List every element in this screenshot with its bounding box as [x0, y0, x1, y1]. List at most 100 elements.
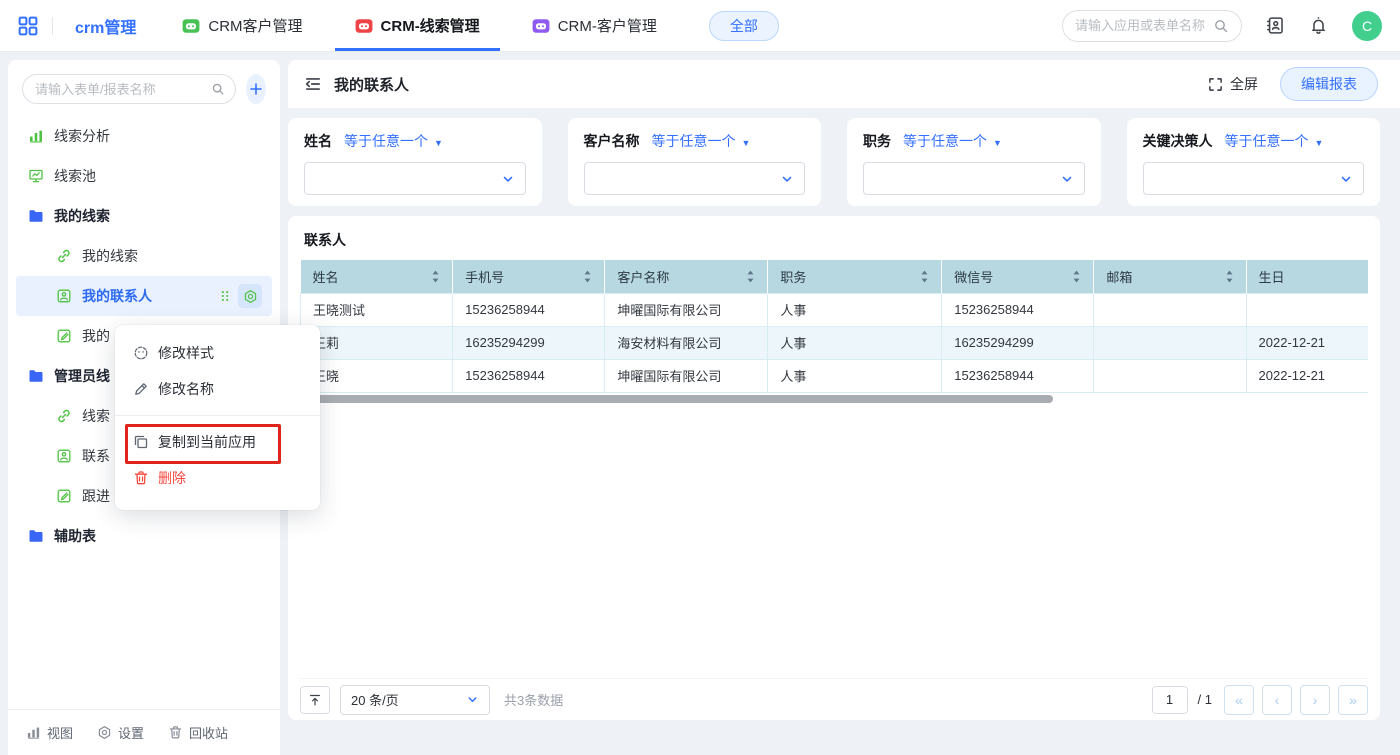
bell-icon[interactable] — [1309, 16, 1328, 35]
face-icon — [133, 345, 149, 361]
sidebar-item-4[interactable]: 我的联系人 — [16, 276, 272, 316]
grid-apps-icon[interactable] — [18, 16, 38, 36]
fold-button[interactable] — [300, 686, 330, 714]
context-menu-item-1[interactable]: 修改名称 — [115, 371, 320, 407]
filter-operator-dropdown[interactable]: 等于任意一个 — [652, 131, 751, 151]
page-number-input[interactable] — [1152, 686, 1188, 714]
table-row[interactable]: 王晓15236258944坤曜国际有限公司人事152362589442022-1… — [301, 359, 1369, 392]
tab-label: CRM客户管理 — [208, 15, 302, 36]
app-tab-0[interactable]: CRM客户管理 — [182, 0, 302, 51]
contact-book-icon[interactable] — [1266, 16, 1285, 35]
sidebar-item-3[interactable]: 我的线索 — [16, 236, 272, 276]
filter-card-1: 客户名称 等于任意一个 — [568, 118, 822, 206]
filter-value-select[interactable] — [1143, 162, 1365, 195]
sidebar-item-0[interactable]: 线索分析 — [16, 116, 272, 156]
filter-operator-dropdown[interactable]: 等于任意一个 — [903, 131, 1002, 151]
caret-down-icon — [434, 133, 443, 149]
gear-icon — [97, 725, 112, 740]
sidebar-footer-item-2[interactable]: 回收站 — [168, 723, 228, 742]
column-label: 邮箱 — [1106, 267, 1132, 286]
home-link[interactable]: crm管理 — [75, 14, 136, 38]
filter-operator-dropdown[interactable]: 等于任意一个 — [344, 131, 443, 151]
column-header-6[interactable]: 生日 — [1246, 260, 1368, 293]
form-pen-icon — [56, 328, 72, 344]
column-header-1[interactable]: 手机号 — [453, 260, 605, 293]
tab-label: CRM-客户管理 — [558, 15, 657, 36]
collapse-sidebar-icon[interactable] — [304, 75, 322, 93]
sidebar-search-row — [8, 60, 280, 112]
global-search-input[interactable] — [1075, 18, 1213, 33]
column-header-2[interactable]: 客户名称 — [605, 260, 768, 293]
sidebar-item-label: 联系 — [82, 446, 110, 466]
filter-label: 职务 — [863, 131, 891, 151]
column-header-4[interactable]: 微信号 — [942, 260, 1094, 293]
topbar: crm管理 CRM客户管理 CRM-线索管理 CRM-客户管理 全部 C — [0, 0, 1400, 52]
sort-icon[interactable] — [1225, 269, 1234, 284]
table-cell: 人事 — [768, 326, 942, 359]
topbar-right: C — [1062, 10, 1382, 42]
sort-icon[interactable] — [583, 269, 592, 284]
board-icon — [28, 168, 44, 184]
column-header-3[interactable]: 职务 — [768, 260, 942, 293]
sort-icon[interactable] — [1072, 269, 1081, 284]
add-form-button[interactable] — [246, 74, 266, 104]
search-icon[interactable] — [211, 82, 225, 96]
sidebar-item-1[interactable]: 线索池 — [16, 156, 272, 196]
sidebar-item-label: 我的线索 — [82, 246, 138, 266]
edit-report-button[interactable]: 编辑报表 — [1280, 67, 1378, 101]
table-title: 联系人 — [304, 230, 1364, 250]
scrollbar-thumb[interactable] — [301, 395, 1053, 403]
total-pages-label: / 1 — [1198, 692, 1212, 707]
filter-value-select[interactable] — [584, 162, 806, 195]
context-menu-item-0[interactable]: 修改样式 — [115, 335, 320, 371]
main-area: 我的联系人 全屏 编辑报表 姓名 等于任意一个 客户名称 等于任意一个 职务 等… — [288, 60, 1400, 755]
sidebar-item-2[interactable]: 我的线索 — [16, 196, 272, 236]
context-menu-item-2[interactable]: 复制到当前应用 — [115, 424, 320, 460]
next-page-button[interactable]: › — [1300, 685, 1330, 715]
table-viewport: 姓名手机号客户名称职务微信号邮箱生日性别 王晓测试15236258944坤曜国际… — [300, 260, 1368, 393]
column-header-0[interactable]: 姓名 — [301, 260, 453, 293]
user-avatar[interactable]: C — [1352, 11, 1382, 41]
chevron-down-icon — [780, 172, 794, 186]
form-search-input[interactable] — [35, 82, 211, 97]
filter-value-select[interactable] — [304, 162, 526, 195]
filter-card-3: 关键决策人 等于任意一个 — [1127, 118, 1381, 206]
app-tab-1[interactable]: CRM-线索管理 — [355, 0, 480, 51]
table-cell — [1094, 293, 1246, 326]
filter-operator-dropdown[interactable]: 等于任意一个 — [1225, 131, 1324, 151]
fullscreen-button[interactable]: 全屏 — [1208, 74, 1258, 94]
filter-value-select[interactable] — [863, 162, 1085, 195]
folder-icon — [28, 528, 44, 544]
sidebar-item-10[interactable]: 辅助表 — [16, 516, 272, 556]
filter-card-2: 职务 等于任意一个 — [847, 118, 1101, 206]
table-cell — [1094, 359, 1246, 392]
sidebar-footer-item-1[interactable]: 设置 — [97, 723, 144, 742]
contacts-card: 联系人 姓名手机号客户名称职务微信号邮箱生日性别 王晓测试15236258944… — [288, 216, 1380, 720]
table-cell: 坤曜国际有限公司 — [605, 293, 768, 326]
last-page-button[interactable]: » — [1338, 685, 1368, 715]
column-header-5[interactable]: 邮箱 — [1094, 260, 1246, 293]
caret-down-icon — [993, 133, 1002, 149]
sort-icon[interactable] — [746, 269, 755, 284]
table-row[interactable]: 王晓测试15236258944坤曜国际有限公司人事15236258944 — [301, 293, 1369, 326]
app-tab-2[interactable]: CRM-客户管理 — [532, 0, 657, 51]
app-tabs: CRM客户管理 CRM-线索管理 CRM-客户管理 — [182, 0, 656, 51]
form-pen-icon — [56, 488, 72, 504]
sidebar-footer-item-0[interactable]: 视图 — [26, 723, 73, 742]
context-menu-item-3[interactable]: 删除 — [115, 460, 320, 496]
menu-item-label: 删除 — [158, 468, 186, 488]
table-row[interactable]: 王莉16235294299海安材料有限公司人事162352942992022-1… — [301, 326, 1369, 359]
menu-item-label: 修改样式 — [158, 343, 214, 363]
drag-handle-icon[interactable] — [218, 289, 232, 303]
trash-icon — [133, 470, 149, 486]
first-page-button[interactable]: « — [1224, 685, 1254, 715]
search-icon[interactable] — [1213, 18, 1229, 34]
all-apps-button[interactable]: 全部 — [709, 11, 779, 41]
app-icon — [355, 17, 373, 35]
filter-label: 客户名称 — [584, 131, 640, 151]
item-settings-button[interactable] — [238, 284, 262, 308]
page-size-select[interactable]: 20 条/页 — [340, 685, 490, 715]
sort-icon[interactable] — [431, 269, 440, 284]
sort-icon[interactable] — [920, 269, 929, 284]
prev-page-button[interactable]: ‹ — [1262, 685, 1292, 715]
